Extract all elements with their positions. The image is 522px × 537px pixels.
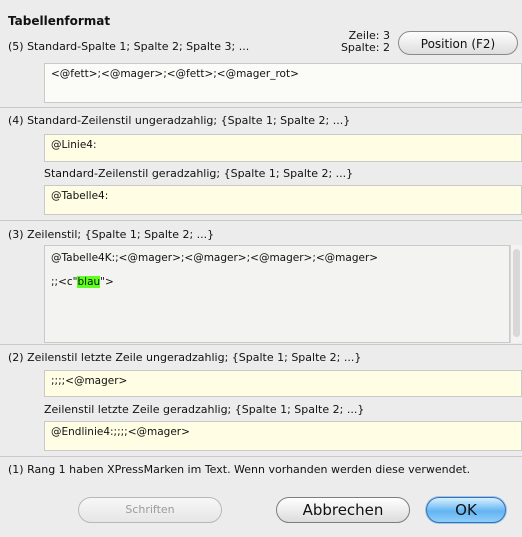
section2-odd-label: (2) Zeilenstil letzte Zeile ungeradzahli…: [8, 351, 362, 364]
dialog-title: Tabellenformat: [8, 14, 111, 28]
section3-textarea[interactable]: @Tabelle4K:;<@mager>;<@mager>;<@mager>;<…: [44, 245, 510, 343]
scrollbar-thumb[interactable]: [513, 249, 520, 337]
section3-label: (3) Zeilenstil; {Spalte 1; Spalte 2; ...…: [8, 228, 215, 241]
section4-odd-value: @Linie4:: [51, 139, 97, 151]
position-button[interactable]: Position (F2): [398, 31, 518, 55]
section3-line2-prefix: ;;<c": [51, 276, 78, 288]
section3-line2: ;;<c"blau">: [51, 276, 503, 288]
separator: [0, 220, 522, 221]
section1-note: (1) Rang 1 haben XPressMarken im Text. W…: [8, 463, 471, 476]
separator: [0, 107, 522, 108]
section2-even-value: @Endlinie4:;;;;<@mager>: [51, 426, 190, 438]
section5-field[interactable]: <@fett>;<@mager>;<@fett>;<@mager_rot>: [44, 63, 522, 103]
highlighted-color-name: blau: [77, 276, 101, 288]
section4-even-value: @Tabelle4:: [51, 190, 109, 202]
section2-even-label: Zeilenstil letzte Zeile geradzahlig; {Sp…: [44, 403, 365, 416]
fonts-button[interactable]: Schriften: [78, 497, 222, 523]
section3-line1: @Tabelle4K:;<@mager>;<@mager>;<@mager>;<…: [51, 252, 379, 264]
section5-value: <@fett>;<@mager>;<@fett>;<@mager_rot>: [51, 68, 299, 80]
section3-line2-suffix: ">: [100, 276, 114, 288]
cancel-button[interactable]: Abbrechen: [276, 497, 410, 523]
separator: [0, 456, 522, 457]
section2-odd-value: ;;;;<@mager>: [51, 375, 128, 387]
section2-even-field[interactable]: @Endlinie4:;;;;<@mager>: [44, 421, 522, 451]
section4-even-label: Standard-Zeilenstil geradzahlig; {Spalte…: [44, 167, 354, 180]
section4-odd-label: (4) Standard-Zeilenstil ungeradzahlig; {…: [8, 114, 351, 127]
section5-label: (5) Standard-Spalte 1; Spalte 2; Spalte …: [8, 40, 250, 53]
ok-button[interactable]: OK: [426, 497, 506, 523]
section4-odd-field[interactable]: @Linie4:: [44, 134, 522, 162]
separator: [0, 344, 522, 345]
section2-odd-field[interactable]: ;;;;<@mager>: [44, 370, 522, 397]
section4-even-field[interactable]: @Tabelle4:: [44, 185, 522, 215]
column-counter: Spalte: 2: [340, 41, 390, 54]
section3-scrollbar[interactable]: [510, 245, 522, 343]
